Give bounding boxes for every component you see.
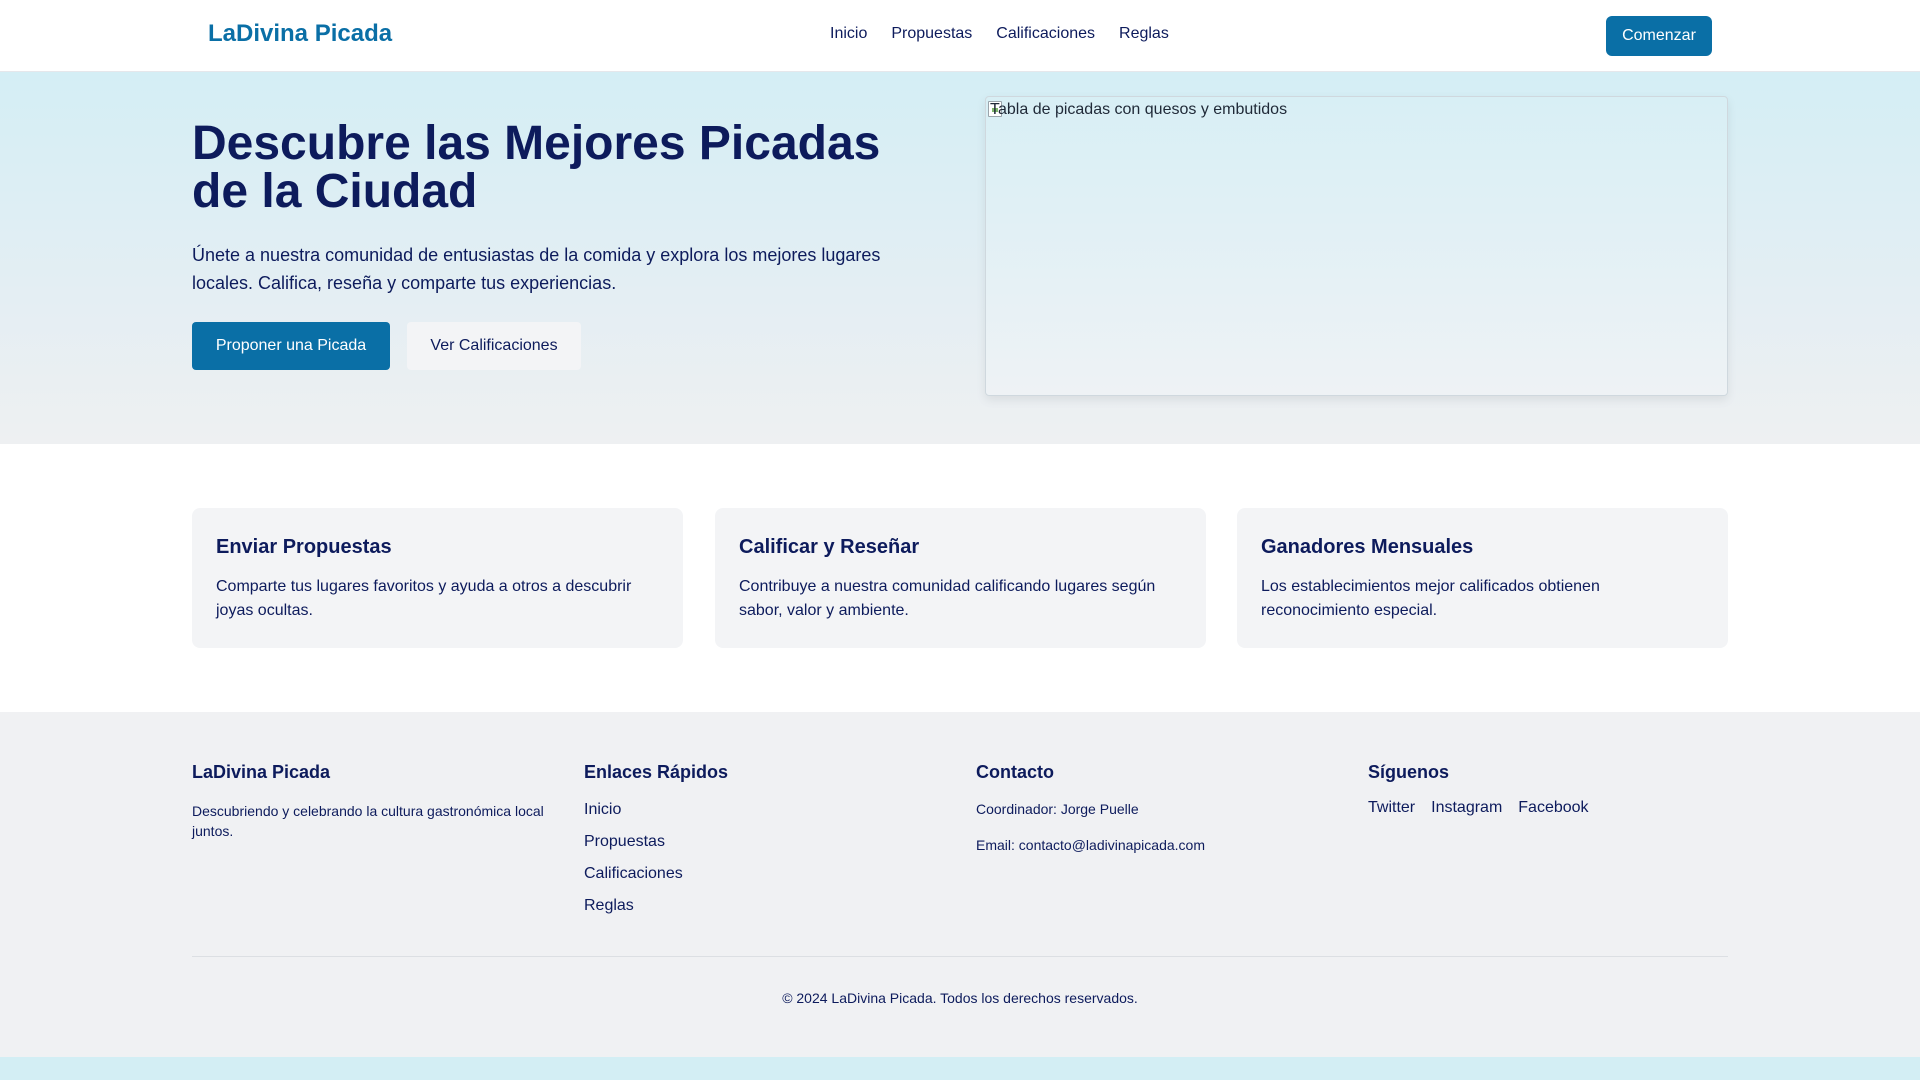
footer-links-list: Inicio Propuestas Calificaciones Reglas [584,799,728,917]
hero-image: Tabla de picadas con quesos y embutidos [985,96,1728,396]
footer-contact: Contacto Coordinador: Jorge Puelle Email… [976,762,1205,857]
hero-section: Descubre las Mejores Picadas de la Ciuda… [0,72,1920,444]
footer-link-inicio[interactable]: Inicio [584,799,728,821]
footer-divider [192,956,1728,957]
footer-link-propuestas[interactable]: Propuestas [584,831,728,853]
hero-image-alt-text: Tabla de picadas con quesos y embutidos [990,101,1288,118]
feature-card-calificar: Calificar y Reseñar Contribuye a nuestra… [715,508,1206,648]
footer-contact-title: Contacto [976,762,1054,782]
footer-about-text: Descubriendo y celebrando la cultura gas… [192,803,544,839]
ver-calificaciones-button[interactable]: Ver Calificaciones [407,322,581,370]
feature-text: Contribuye a nuestra comunidad califican… [739,578,1156,619]
footer-social-title: Síguenos [1368,762,1450,782]
facebook-link[interactable]: Facebook [1518,799,1588,817]
main-nav: Inicio Propuestas Calificaciones Reglas [830,25,1169,43]
contact-coordinator: Coordinador: Jorge Puelle [976,801,1139,817]
footer-link-calificaciones[interactable]: Calificaciones [584,863,728,885]
social-links: Twitter Instagram Facebook [1368,799,1589,817]
feature-card-propuestas: Enviar Propuestas Comparte tus lugares f… [192,508,683,648]
copyright-text: © 2024 LaDivina Picada. Todos los derech… [782,990,1138,1006]
contact-email: Email: contacto@ladivinapicada.com [976,837,1205,853]
proponer-picada-button[interactable]: Proponer una Picada [192,322,390,370]
feature-title: Calificar y Reseñar [739,536,920,558]
feature-text: Comparte tus lugares favoritos y ayuda a… [216,578,632,619]
footer-social: Síguenos Twitter Instagram Facebook [1368,762,1589,817]
features-section: Enviar Propuestas Comparte tus lugares f… [0,444,1920,712]
hero-description: Únete a nuestra comunidad de entusiastas… [192,245,881,293]
site-logo[interactable]: LaDivina Picada [208,20,392,48]
instagram-link[interactable]: Instagram [1431,799,1502,817]
nav-link-reglas[interactable]: Reglas [1119,25,1169,43]
feature-text: Los establecimientos mejor calificados o… [1261,578,1600,619]
footer-about: LaDivina Picada Descubriendo y celebrand… [192,762,562,841]
nav-link-calificaciones[interactable]: Calificaciones [996,25,1095,43]
footer-link-reglas[interactable]: Reglas [584,895,728,917]
site-footer: LaDivina Picada Descubriendo y celebrand… [0,712,1920,1057]
comenzar-button[interactable]: Comenzar [1606,16,1712,56]
hero-title: Descubre las Mejores Picadas de la Ciuda… [192,117,881,218]
footer-about-title: LaDivina Picada [192,762,331,782]
feature-title: Ganadores Mensuales [1261,536,1474,558]
footer-links: Enlaces Rápidos Inicio Propuestas Califi… [584,762,728,917]
nav-link-inicio[interactable]: Inicio [830,25,867,43]
footer-links-title: Enlaces Rápidos [584,762,729,782]
feature-title: Enviar Propuestas [216,536,392,558]
site-header: LaDivina Picada Inicio Propuestas Califi… [0,0,1920,72]
twitter-link[interactable]: Twitter [1368,799,1415,817]
feature-card-ganadores: Ganadores Mensuales Los establecimientos… [1237,508,1728,648]
nav-link-propuestas[interactable]: Propuestas [891,25,972,43]
